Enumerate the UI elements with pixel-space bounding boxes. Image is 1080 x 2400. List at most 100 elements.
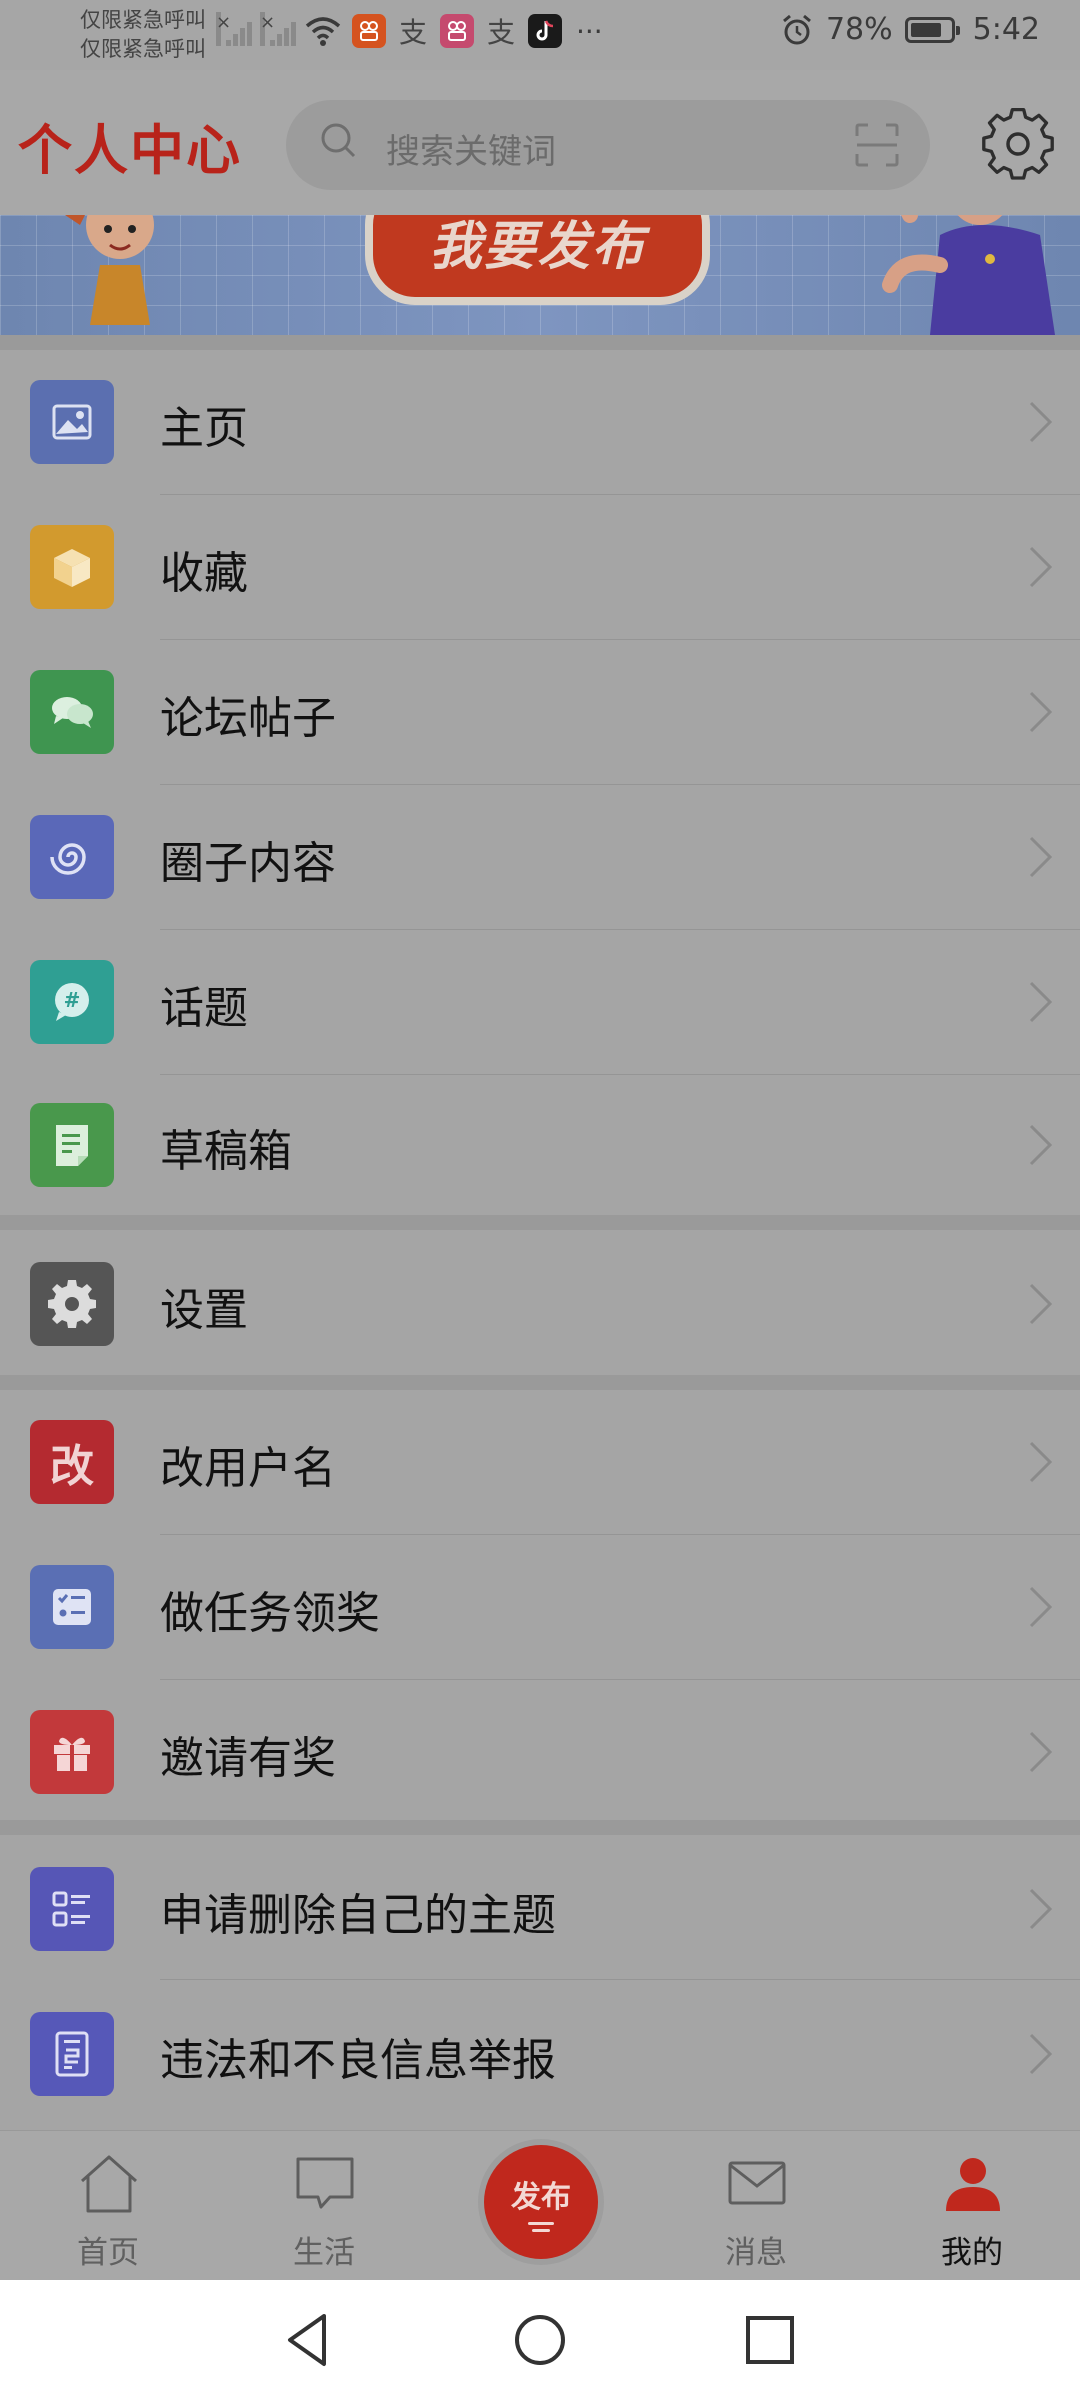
carrier-text: 仅限紧急呼叫 仅限紧急呼叫 [80, 6, 206, 64]
menu-item-label: 圈子内容 [160, 838, 336, 889]
status-icons-right: 78% 5:42 [780, 12, 1040, 47]
signal-icon-1: × [216, 12, 252, 48]
chat-bubble-icon [296, 2157, 354, 2209]
gift-icon [30, 1710, 114, 1794]
chevron-right-icon [1029, 1888, 1053, 1930]
cartoon-character-right [882, 215, 1055, 335]
publish-button[interactable]: 发布 [484, 2145, 598, 2259]
tab-messages[interactable]: 消息 [686, 2131, 826, 2281]
battery-icon [904, 16, 960, 43]
settings-gear-icon[interactable] [980, 106, 1056, 182]
group-spacer [0, 1215, 1080, 1230]
rename-icon: 改 [30, 1420, 114, 1504]
group-spacer [0, 1375, 1080, 1390]
box-icon [30, 525, 114, 609]
menu-item-drafts[interactable]: 草稿箱 [0, 1075, 1080, 1215]
promo-banner[interactable]: 我要发布 [0, 215, 1080, 335]
menu-item-report-illegal-info[interactable]: 违法和不良信息举报 [0, 1980, 1080, 2125]
menu-item-tasks[interactable]: 做任务领奖 [0, 1535, 1080, 1680]
chevron-right-icon [1029, 1586, 1053, 1628]
signal-icon-2: × [260, 12, 296, 48]
alarm-icon [782, 14, 811, 44]
cartoon-character-left [65, 215, 154, 325]
tab-life[interactable]: 生活 [254, 2131, 394, 2281]
list-delete-icon [30, 1867, 114, 1951]
tab-label: 消息 [725, 2235, 787, 2271]
report-icon [30, 2012, 114, 2096]
chevron-right-icon [1029, 1441, 1053, 1483]
menu-item-forum-posts[interactable]: 论坛帖子 [0, 640, 1080, 785]
scan-icon[interactable] [854, 122, 900, 168]
publish-label: 发布 [511, 2180, 571, 2215]
status-icons-left: × × 支 支 ··· [216, 12, 603, 49]
svg-text:#: # [64, 988, 81, 1012]
publish-banner-button[interactable]: 我要发布 [365, 215, 710, 305]
menu-group-1: 主页 收藏 论坛帖子 圈子内容 # 话题 草稿箱 [0, 350, 1080, 1215]
chevron-right-icon [1029, 1731, 1053, 1773]
more-notifications-icon: ··· [576, 14, 603, 48]
back-icon[interactable] [280, 2310, 340, 2370]
battery-percent: 78% [825, 12, 893, 47]
menu-item-topics[interactable]: # 话题 [0, 930, 1080, 1075]
bottom-navigation: 首页 生活 发布 消息 我的 [0, 2130, 1080, 2281]
rename-icon-text: 改 [50, 1441, 94, 1492]
tab-home[interactable]: 首页 [38, 2131, 178, 2281]
menu-item-label: 收藏 [160, 548, 248, 599]
menu-item-label: 论坛帖子 [160, 693, 336, 744]
chevron-right-icon [1029, 691, 1053, 733]
wifi-icon [305, 17, 341, 46]
menu-item-homepage[interactable]: 主页 [0, 350, 1080, 495]
menu-item-label: 话题 [160, 983, 248, 1034]
draft-document-icon [30, 1103, 114, 1187]
gear-icon [30, 1262, 114, 1346]
chevron-right-icon [1029, 1283, 1053, 1325]
tiktok-app-icon [528, 14, 562, 48]
chevron-right-icon [1029, 836, 1053, 878]
menu-item-label: 设置 [160, 1285, 248, 1336]
menu-item-label: 邀请有奖 [160, 1733, 336, 1784]
recent-apps-icon[interactable] [740, 2310, 800, 2370]
chevron-right-icon [1029, 546, 1053, 588]
kuaishou-app-icon [352, 14, 386, 48]
task-list-icon [30, 1565, 114, 1649]
menu-item-label: 违法和不良信息举报 [160, 2035, 556, 2086]
chevron-right-icon [1029, 981, 1053, 1023]
home-circle-icon[interactable] [510, 2310, 570, 2370]
menu-item-circle-content[interactable]: 圈子内容 [0, 785, 1080, 930]
menu-item-favorites[interactable]: 收藏 [0, 495, 1080, 640]
menu-item-label: 申请删除自己的主题 [160, 1890, 556, 1941]
menu-item-label: 草稿箱 [160, 1126, 292, 1177]
menu-item-request-delete-topics[interactable]: 申请删除自己的主题 [0, 1835, 1080, 1980]
menu-item-invite-reward[interactable]: 邀请有奖 [0, 1680, 1080, 1820]
group-spacer [0, 335, 1080, 350]
image-icon [30, 380, 114, 464]
tab-label: 我的 [941, 2235, 1003, 2271]
menu-item-rename[interactable]: 改 改用户名 [0, 1390, 1080, 1535]
chevron-right-icon [1029, 2033, 1053, 2075]
tab-label: 首页 [77, 2235, 139, 2271]
carrier-line-1: 仅限紧急呼叫 [80, 8, 206, 32]
menu-group-2: 设置 [0, 1230, 1080, 1375]
carrier-line-2: 仅限紧急呼叫 [80, 37, 206, 61]
menu-item-settings[interactable]: 设置 [0, 1230, 1080, 1375]
header: 个人中心 搜索关键词 [0, 70, 1080, 215]
status-bar: 仅限紧急呼叫 仅限紧急呼叫 × × 支 支 ··· 78% 5:42 [0, 0, 1080, 70]
kuaishou-app-icon-2 [440, 14, 474, 48]
chat-bubbles-icon [30, 670, 114, 754]
menu-group-4: 申请删除自己的主题 违法和不良信息举报 [0, 1835, 1080, 2130]
envelope-icon [728, 2161, 786, 2205]
group-spacer [0, 1820, 1080, 1835]
home-icon [81, 2155, 137, 2213]
menu-item-label: 主页 [160, 403, 248, 454]
menu-group-3: 改 改用户名 做任务领奖 邀请有奖 [0, 1390, 1080, 1820]
user-icon [946, 2158, 1000, 2211]
chevron-right-icon [1029, 1124, 1053, 1166]
search-icon [321, 123, 356, 158]
tab-label: 生活 [293, 2235, 355, 2271]
menu-item-label: 做任务领奖 [160, 1588, 380, 1639]
tab-mine[interactable]: 我的 [902, 2131, 1042, 2281]
search-bar[interactable]: 搜索关键词 [286, 100, 930, 190]
alipay-app-icon-2: 支 [486, 16, 515, 49]
swirl-icon [30, 815, 114, 899]
search-input[interactable]: 搜索关键词 [386, 124, 556, 173]
